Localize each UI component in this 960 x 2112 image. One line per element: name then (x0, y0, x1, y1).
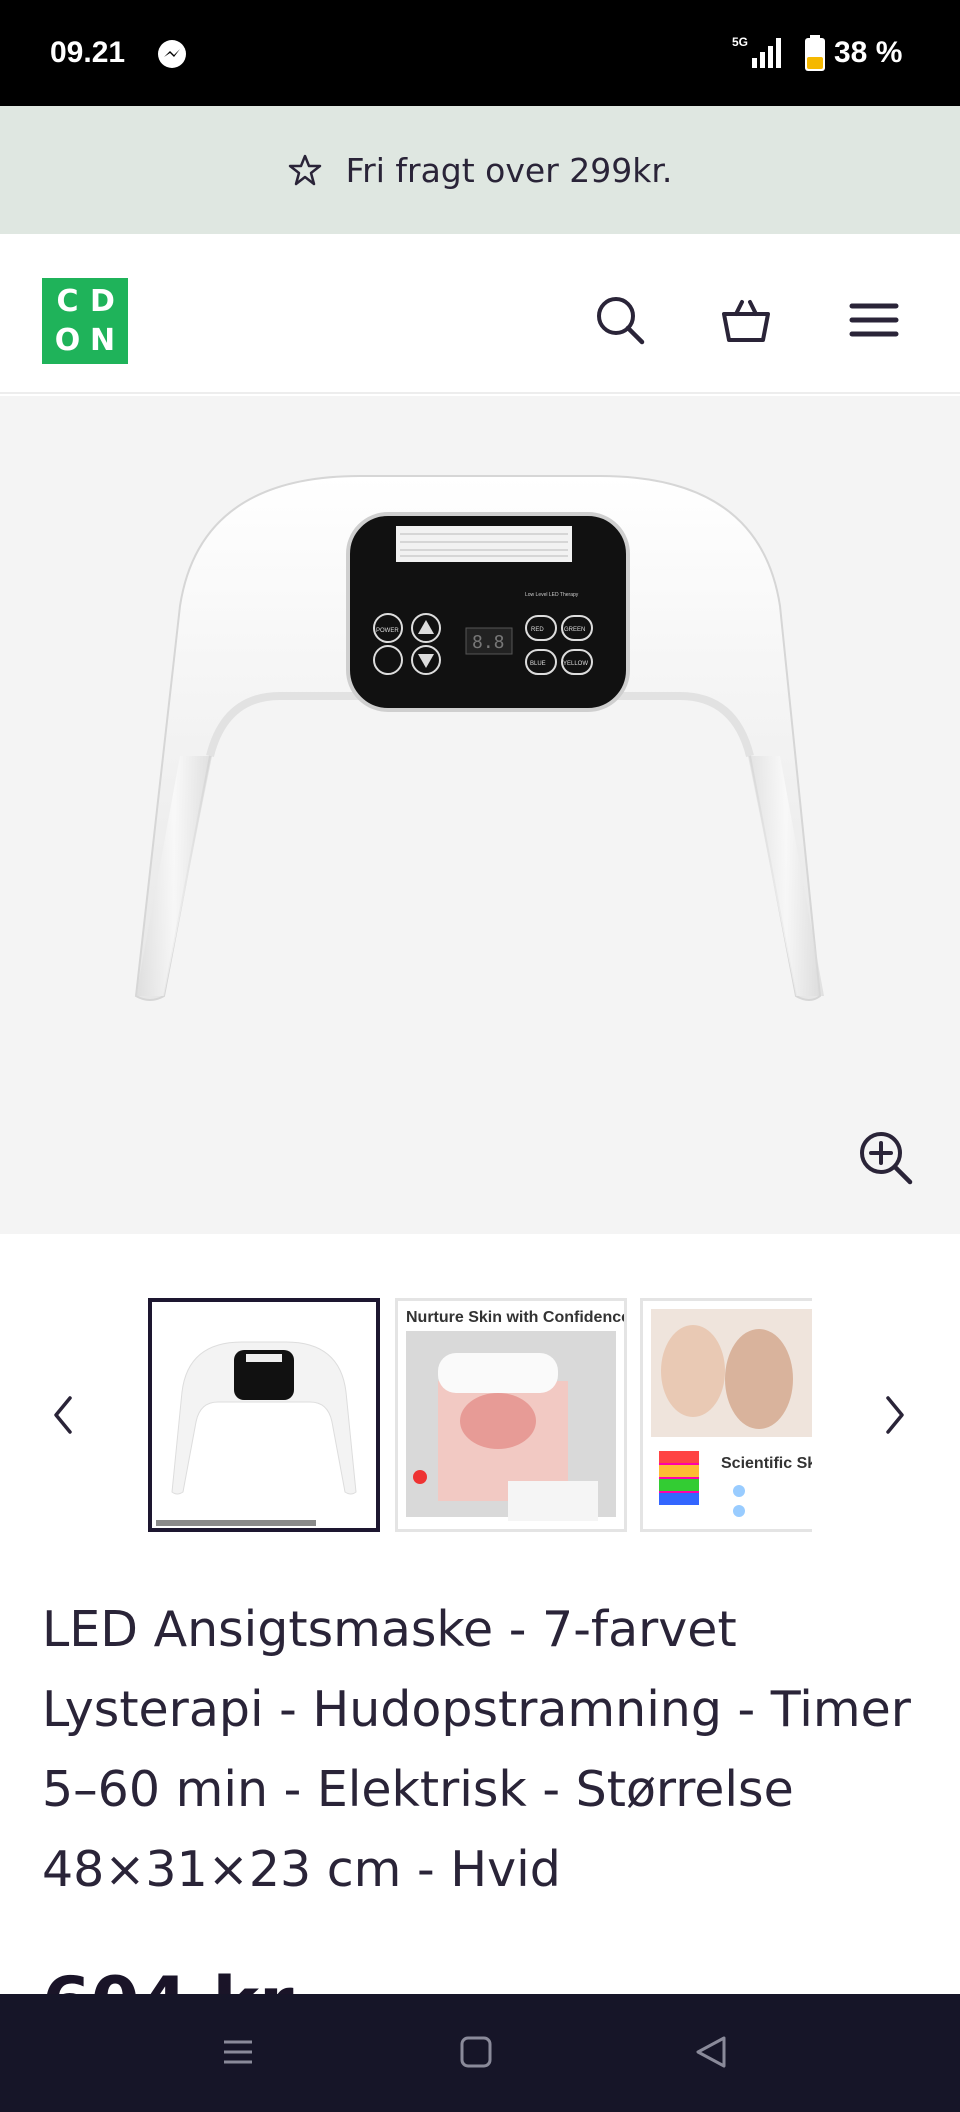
logo-letter: C (56, 283, 79, 319)
thumbnail-image (643, 1301, 812, 1529)
thumbnail-3[interactable]: Scientific Sk (640, 1298, 812, 1532)
promo-banner: Fri fragt over 299kr. (0, 106, 960, 234)
site-header: C D O N (0, 234, 960, 394)
device-button-red: RED (531, 627, 544, 633)
promo-text: Fri fragt over 299kr. (345, 150, 673, 190)
thumbnail-image (398, 1301, 624, 1529)
search-icon[interactable] (592, 292, 648, 348)
battery-percent: 38 % (834, 36, 903, 69)
device-button-blue: BLUE (530, 661, 546, 667)
thumbnail-2[interactable]: Nurture Skin with Confidence (395, 1298, 627, 1532)
cart-icon[interactable] (718, 292, 774, 348)
zoom-in-icon[interactable] (856, 1128, 916, 1188)
menu-icon[interactable] (846, 292, 902, 348)
device-panel-label: Low Level LED Therapy (525, 592, 579, 598)
device-button-green: GREEN (564, 627, 585, 633)
star-icon (288, 154, 321, 186)
thumbnail-caption: Nurture Skin with Confidence (406, 1309, 627, 1326)
product-main-image[interactable]: Low Level LED Therapy POWER RED GREEN BL… (0, 396, 960, 1234)
thumbnail-carousel: Nurture Skin with Confidence Scientific … (0, 1290, 960, 1540)
chevron-right-icon[interactable] (880, 1392, 910, 1438)
device-button-power: POWER (376, 628, 399, 634)
product-title: LED Ansigtsmaske - 7-farvet Lysterapi - … (42, 1601, 911, 1898)
thumbnail-image (152, 1302, 376, 1528)
logo-letter: O (54, 322, 81, 358)
logo-letter: N (89, 322, 116, 358)
battery-icon (805, 35, 825, 71)
status-bar: 09.21 5G 38 % (0, 0, 960, 106)
cdon-logo[interactable]: C D O N (42, 278, 128, 364)
recent-apps-icon[interactable] (218, 2032, 258, 2072)
network-label: 5G (732, 35, 748, 49)
thumbnail-1[interactable] (148, 1298, 380, 1532)
back-icon[interactable] (692, 2032, 732, 2072)
home-icon[interactable] (456, 2032, 496, 2072)
system-navigation-bar (0, 1994, 960, 2112)
messenger-icon (158, 40, 186, 68)
logo-letter: D (90, 283, 115, 319)
device-display: 8.8 (472, 632, 505, 653)
device-button-yellow: YELLOW (563, 661, 588, 667)
led-mask-device-image: Low Level LED Therapy POWER RED GREEN BL… (134, 475, 824, 1001)
status-time: 09.21 (50, 36, 126, 69)
chevron-left-icon[interactable] (48, 1392, 78, 1438)
thumbnail-progress-bar (156, 1520, 316, 1526)
signal-5g-icon: 5G (732, 35, 781, 68)
thumbnail-caption: Scientific Sk (721, 1455, 812, 1472)
